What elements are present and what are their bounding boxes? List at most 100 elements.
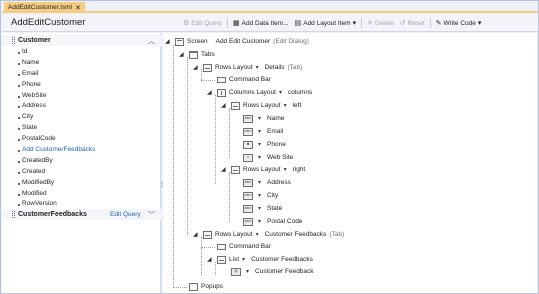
drag-grip-icon[interactable] (12, 211, 15, 218)
customer-entity-header[interactable]: Customer ︿ (2, 35, 161, 46)
chevron-down-icon[interactable]: ▾ (256, 64, 259, 71)
list-item[interactable]: CreatedBy (2, 156, 161, 167)
chevron-down-icon[interactable]: ▾ (279, 89, 282, 96)
chevron-down-icon[interactable]: ▾ (258, 179, 261, 186)
collapse-arrow-icon[interactable]: ◢ (179, 51, 184, 58)
chevron-down-icon[interactable]: ▾ (258, 192, 261, 199)
chevron-down-icon: ▾ (352, 20, 357, 27)
chevron-down-icon[interactable]: ▾ (284, 102, 287, 109)
list-item[interactable]: Phone (2, 80, 161, 91)
document-tab-title: AddEditCustomer.lsml (8, 4, 72, 11)
collapse-arrow-icon[interactable]: ◢ (221, 102, 226, 109)
city-field-node[interactable]: abc ▾ City (243, 190, 278, 201)
list-item[interactable]: Address (2, 101, 161, 112)
chevron-down-icon[interactable]: ▾ (258, 128, 261, 135)
add-customer-feedbacks-link[interactable]: Add CustomerFeedbacks (2, 145, 161, 156)
document-tab[interactable]: AddEditCustomer.lsml ✕ (4, 2, 85, 13)
property-label: State (22, 124, 38, 132)
customer-feedbacks-entity-header[interactable]: CustomerFeedbacks Edit Query ﹀ (2, 209, 161, 220)
text-box-icon: abc (243, 178, 253, 187)
close-icon[interactable]: ✕ (75, 4, 81, 12)
list-item[interactable]: State (2, 123, 161, 134)
chevron-down-icon[interactable]: ﹀ (148, 210, 155, 220)
designer-toolbar: ⚙ Edit Query ▦ Add Data Item... ▤ Add La… (180, 16, 484, 30)
list-item[interactable]: ModifiedBy (2, 178, 161, 189)
details-rows-layout-node[interactable]: Rows Layout ▾ Details (Tab) (203, 62, 302, 73)
screen-node[interactable]: Screen Add Edit Customer (Edit Dialog) (175, 36, 309, 47)
details-label: Details (264, 64, 285, 71)
feedbacks-rows-layout-node[interactable]: Rows Layout ▾ Customer Feedbacks (Tab) (203, 229, 344, 240)
add-layout-item-button[interactable]: ▤ Add Layout Item ▾ (292, 16, 359, 30)
text-box-icon: abc (243, 127, 253, 136)
chevron-down-icon[interactable]: ▾ (284, 166, 287, 173)
state-field-node[interactable]: abc ▾ State (243, 203, 282, 214)
address-field-node[interactable]: abc ▾ Address (243, 177, 291, 188)
list-item[interactable]: PostalCode (2, 134, 161, 145)
add-layout-item-icon: ▤ (294, 20, 302, 27)
property-label: PostalCode (22, 135, 56, 143)
command-bar-icon (217, 76, 226, 83)
list-item[interactable]: Created (2, 167, 161, 178)
field-label: Name (267, 115, 285, 122)
chevron-down-icon[interactable]: ▾ (258, 218, 261, 225)
tree-guide (215, 262, 216, 275)
rows-layout-label: Rows Layout (215, 64, 253, 71)
list-item[interactable]: City (2, 112, 161, 123)
command-bar-node[interactable]: Command Bar (217, 241, 271, 252)
property-label: Phone (22, 80, 41, 88)
chevron-down-icon[interactable]: ▾ (258, 141, 261, 148)
write-code-button[interactable]: ✎ Write Code ▾ (433, 16, 485, 30)
email-field-node[interactable]: abc ▾ Email (243, 126, 283, 137)
chevron-up-icon[interactable]: ︿ (148, 36, 155, 46)
list-node[interactable]: List ▾ Customer Feedbacks (217, 254, 313, 265)
collapse-arrow-icon[interactable]: ◢ (193, 64, 198, 71)
command-bar-icon (217, 243, 226, 250)
edit-query-button[interactable]: ⚙ Edit Query (180, 16, 225, 30)
property-label: City (22, 113, 34, 121)
list-item[interactable]: Modified (2, 189, 161, 200)
popups-node[interactable]: Popups (189, 281, 223, 292)
chevron-down-icon[interactable]: ▾ (246, 268, 249, 275)
drag-grip-icon[interactable] (12, 37, 15, 44)
rows-layout-icon (203, 230, 212, 239)
name-field-node[interactable]: abc ▾ Name (243, 113, 284, 124)
list-item[interactable]: Email (2, 69, 161, 80)
columns-layout-label: Columns Layout (229, 89, 276, 96)
chevron-down-icon[interactable]: ▾ (256, 231, 259, 238)
list-item[interactable]: Name (2, 58, 161, 69)
tree-guide (229, 172, 230, 222)
tabs-node[interactable]: Tabs (189, 49, 215, 60)
add-data-item-button[interactable]: ▦ Add Data Item... (230, 16, 292, 30)
list-item[interactable]: WebSite (2, 91, 161, 102)
popups-icon (189, 282, 198, 291)
list-item[interactable]: Id (2, 47, 161, 58)
phone-field-node[interactable]: ☎ ▾ Phone (243, 139, 286, 150)
popups-label: Popups (201, 283, 224, 290)
chevron-down-icon[interactable]: ▾ (242, 256, 245, 263)
customer-feedback-node[interactable]: ▤ ▾ Customer Feedback (231, 266, 314, 277)
collapse-arrow-icon[interactable]: ◢ (207, 89, 212, 96)
website-field-node[interactable]: ⌂ ▾ Web Site (243, 152, 293, 163)
write-code-icon: ✎ (435, 20, 442, 27)
delete-button[interactable]: ✕ Delete (364, 16, 397, 30)
edit-query-link[interactable]: Edit Query (110, 211, 141, 218)
left-rows-layout-node[interactable]: Rows Layout ▾ left (231, 100, 301, 111)
collapse-arrow-icon[interactable]: ◢ (221, 166, 226, 173)
collapse-arrow-icon[interactable]: ◢ (165, 38, 170, 45)
text-box-icon: abc (243, 204, 253, 213)
command-bar-node[interactable]: Command Bar (217, 74, 271, 85)
chevron-down-icon[interactable]: ▾ (258, 205, 261, 212)
screen-hint: (Edit Dialog) (273, 38, 309, 45)
collapse-arrow-icon[interactable]: ◢ (207, 256, 212, 263)
reset-button[interactable]: ↺ Reset (397, 16, 428, 30)
property-label: Id (22, 48, 28, 55)
collapse-arrow-icon[interactable]: ◢ (193, 231, 198, 238)
columns-layout-node[interactable]: Columns Layout ▾ columns (217, 87, 312, 98)
right-rows-layout-node[interactable]: Rows Layout ▾ right (231, 164, 305, 175)
postal-code-field-node[interactable]: abc ▾ Postal Code (243, 216, 302, 227)
chevron-down-icon[interactable]: ▾ (258, 154, 261, 161)
toolbar-separator (429, 18, 431, 28)
add-data-item-icon: ▦ (233, 20, 240, 27)
designer-title: AddEditCustomer (11, 17, 86, 28)
chevron-down-icon[interactable]: ▾ (258, 115, 261, 122)
